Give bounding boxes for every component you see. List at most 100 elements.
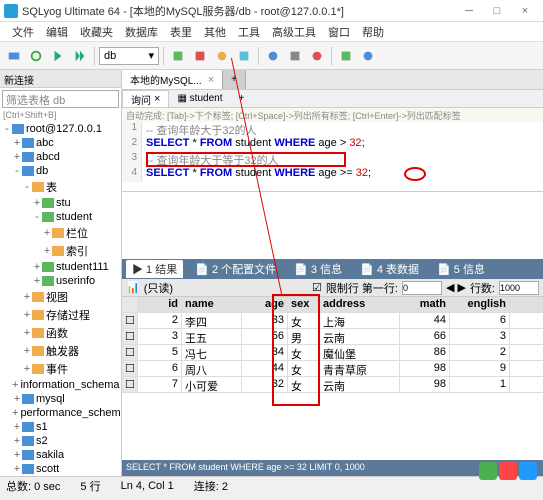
tree-node[interactable]: -root@127.0.0.1 — [2, 122, 119, 136]
col-id[interactable]: id — [138, 297, 182, 312]
tree-node[interactable]: +索引 — [2, 242, 119, 260]
col-address[interactable]: address — [320, 297, 400, 312]
tool-icon-5[interactable] — [263, 46, 283, 66]
tree-node[interactable]: +mysql — [2, 392, 119, 406]
tree-node[interactable]: +事件 — [2, 360, 119, 378]
menu-文件[interactable]: 文件 — [6, 22, 40, 41]
menu-工具[interactable]: 工具 — [232, 22, 266, 41]
row-count-input[interactable] — [499, 281, 539, 295]
tool-icon-7[interactable] — [307, 46, 327, 66]
close-button[interactable]: × — [511, 1, 539, 21]
tree-node[interactable]: +abcd — [2, 150, 119, 164]
execute-icon[interactable] — [48, 46, 68, 66]
tray-icon-2[interactable] — [499, 462, 517, 480]
tool-icon-3[interactable] — [212, 46, 232, 66]
execute-all-icon[interactable] — [70, 46, 90, 66]
maximize-button[interactable]: □ — [483, 1, 511, 21]
result-tab-1[interactable]: 📄 2 个配置文件 — [189, 260, 282, 278]
tree-node[interactable]: +视图 — [2, 288, 119, 306]
tree-node[interactable]: +stu — [2, 196, 119, 210]
minimize-button[interactable]: ─ — [455, 1, 483, 21]
highlight-box-line3 — [146, 152, 346, 167]
highlight-circle-operator — [404, 167, 426, 181]
tray-icon-1[interactable] — [479, 462, 497, 480]
autocomplete-hint: 自动完成: [Tab]->下个标签; [Ctrl+Space]->列出所有标签;… — [122, 108, 543, 122]
first-row-input[interactable] — [402, 281, 442, 295]
grid-toolbar: 📊(只读) ☑限制行 第一行: ◀ ▶ 行数: — [122, 279, 543, 297]
new-connection-icon[interactable] — [4, 46, 24, 66]
database-selector[interactable]: db▾ — [99, 47, 159, 65]
col-english[interactable]: english — [450, 297, 510, 312]
tree-node[interactable]: +student111 — [2, 260, 119, 274]
table-row[interactable]: ☐3王五56男云南663 — [122, 329, 543, 345]
status-rows: 5 行 — [80, 478, 100, 494]
tool-icon-8[interactable] — [336, 46, 356, 66]
tree-node[interactable]: +触发器 — [2, 342, 119, 360]
tree-node[interactable]: +sakila — [2, 448, 119, 462]
table-row[interactable]: ☐7小可爱32女云南981 — [122, 377, 543, 393]
col-sex[interactable]: sex — [288, 297, 320, 312]
tree-node[interactable]: +performance_schema — [2, 406, 119, 420]
result-tab-2[interactable]: 📄 3 信息 — [288, 260, 348, 278]
connection-tabs: 本地的MySQL...×+ — [122, 70, 543, 90]
table-row[interactable]: ☐2李四33女上海446 — [122, 313, 543, 329]
col-age[interactable]: age — [242, 297, 288, 312]
toolbar: db▾ — [0, 42, 543, 70]
limit-label: 限制行 第一行: — [326, 280, 398, 296]
tree-node[interactable]: +栏位 — [2, 224, 119, 242]
result-tab-4[interactable]: 📄 5 信息 — [431, 260, 491, 278]
table-row[interactable]: ☐5冯七34女魔仙堡862 — [122, 345, 543, 361]
tray-icon-3[interactable] — [519, 462, 537, 480]
query-tab-0[interactable]: 询问× — [122, 90, 169, 107]
menu-窗口[interactable]: 窗口 — [322, 22, 356, 41]
tree-node[interactable]: +s2 — [2, 434, 119, 448]
col-math[interactable]: math — [400, 297, 450, 312]
sql-editor[interactable]: 1-- 查询年龄大于32的人2SELECT * FROM student WHE… — [122, 122, 543, 192]
menu-收藏夹[interactable]: 收藏夹 — [74, 22, 119, 41]
tree-node[interactable]: +information_schema — [2, 378, 119, 392]
table-row[interactable]: ☐6周八44女青青草原989 — [122, 361, 543, 377]
result-tab-0[interactable]: ▶ 1 结果 — [126, 260, 183, 278]
menu-数据库[interactable]: 数据库 — [119, 22, 164, 41]
menu-表里[interactable]: 表里 — [164, 22, 198, 41]
status-bar: 总数: 0 sec 5 行 Ln 4, Col 1 连接: 2 — [0, 476, 543, 494]
tree-node[interactable]: -db — [2, 164, 119, 178]
connection-tab[interactable]: 本地的MySQL...× — [122, 70, 223, 89]
app-logo — [4, 4, 18, 18]
result-tab-3[interactable]: 📄 4 表数据 — [354, 260, 425, 278]
menu-高级工具[interactable]: 高级工具 — [266, 22, 322, 41]
filter-input[interactable]: 筛选表格 db — [2, 90, 119, 108]
tree-node[interactable]: -表 — [2, 178, 119, 196]
tree-node[interactable]: +函数 — [2, 324, 119, 342]
object-tree[interactable]: -root@127.0.0.1+abc+abcd-db-表+stu-studen… — [0, 120, 121, 476]
rows-label: 行数: — [470, 280, 495, 296]
tree-node[interactable]: +userinfo — [2, 274, 119, 288]
tool-icon-6[interactable] — [285, 46, 305, 66]
query-tabs: 询问×▦ student+ — [122, 90, 543, 108]
status-position: Ln 4, Col 1 — [121, 480, 174, 492]
sidebar-tab[interactable]: 新连接 — [0, 70, 121, 88]
status-total: 总数: 0 sec — [6, 478, 60, 494]
menu-帮助[interactable]: 帮助 — [356, 22, 390, 41]
readonly-label: (只读) — [144, 280, 173, 296]
query-tab-1[interactable]: ▦ student — [169, 90, 230, 107]
col-name[interactable]: name — [182, 297, 242, 312]
result-tabs: ▶ 1 结果 📄 2 个配置文件 📄 3 信息 📄 4 表数据 📄 5 信息 — [122, 259, 543, 279]
tree-node[interactable]: +scott — [2, 462, 119, 476]
menu-编辑[interactable]: 编辑 — [40, 22, 74, 41]
window-title: SQLyog Ultimate 64 - [本地的MySQL服务器/db - r… — [22, 3, 455, 19]
status-connections: 连接: 2 — [194, 478, 228, 494]
filter-hint: [Ctrl+Shift+B] — [0, 110, 121, 120]
tree-node[interactable]: +存储过程 — [2, 306, 119, 324]
tree-node[interactable]: +s1 — [2, 420, 119, 434]
refresh-icon[interactable] — [26, 46, 46, 66]
menu-其他[interactable]: 其他 — [198, 22, 232, 41]
tree-node[interactable]: -student — [2, 210, 119, 224]
tool-icon-1[interactable] — [168, 46, 188, 66]
result-grid[interactable]: idnameagesexaddressmathenglish☐2李四33女上海4… — [122, 297, 543, 393]
tool-icon-4[interactable] — [234, 46, 254, 66]
tool-icon-9[interactable] — [358, 46, 378, 66]
tool-icon-2[interactable] — [190, 46, 210, 66]
menu-bar: 文件编辑收藏夹数据库表里其他工具高级工具窗口帮助 — [0, 22, 543, 42]
tree-node[interactable]: +abc — [2, 136, 119, 150]
